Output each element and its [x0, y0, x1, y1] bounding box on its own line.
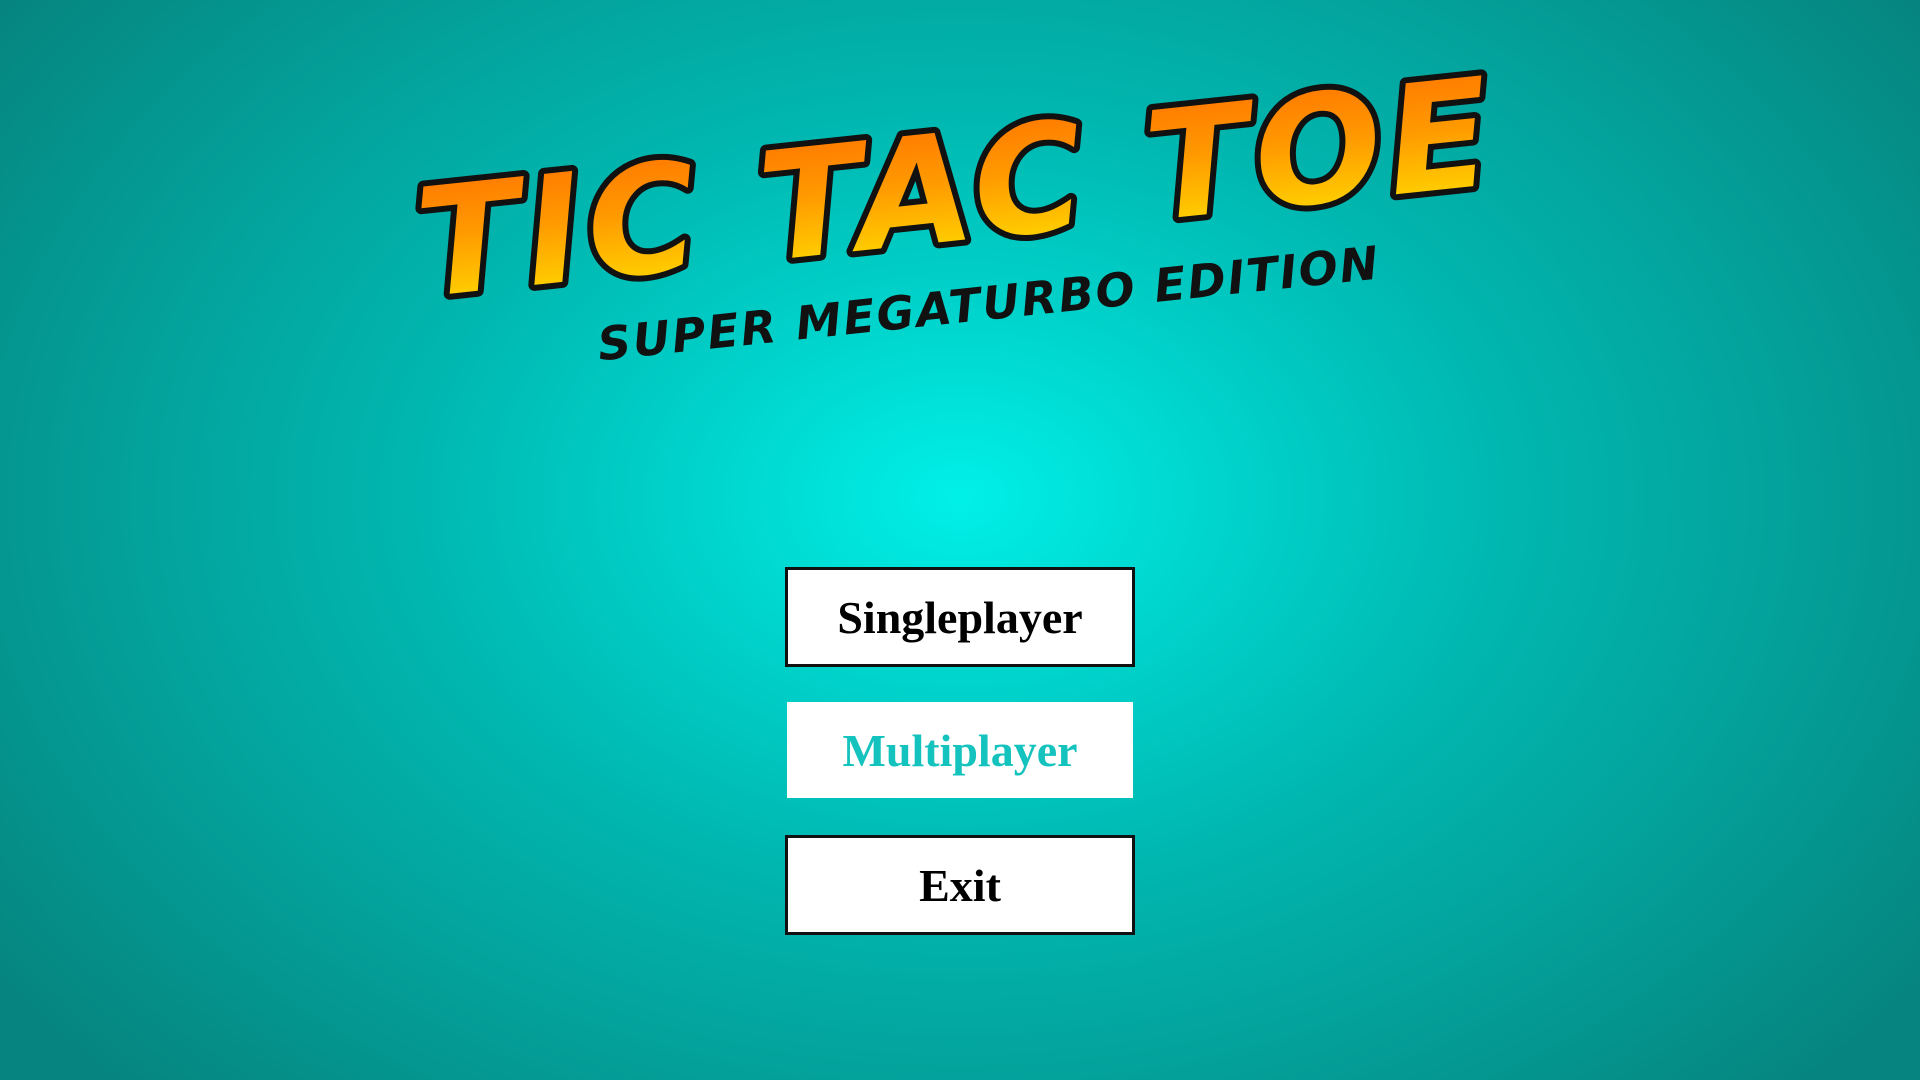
- singleplayer-button-label: Singleplayer: [837, 591, 1083, 643]
- exit-button-label: Exit: [919, 859, 1001, 911]
- exit-button[interactable]: Exit: [785, 835, 1135, 935]
- multiplayer-button-label: Multiplayer: [842, 724, 1078, 776]
- game-logo-graphic: TIC TAC TOE SUPER MEGATURBO EDITION: [403, 40, 1510, 371]
- multiplayer-button[interactable]: Multiplayer: [787, 702, 1133, 798]
- main-menu: Singleplayer Multiplayer Exit: [785, 567, 1135, 935]
- game-logo: TIC TAC TOE SUPER MEGATURBO EDITION: [403, 40, 1510, 371]
- singleplayer-button[interactable]: Singleplayer: [785, 567, 1135, 667]
- main-menu-screen: TIC TAC TOE SUPER MEGATURBO EDITION Sing…: [0, 0, 1920, 1080]
